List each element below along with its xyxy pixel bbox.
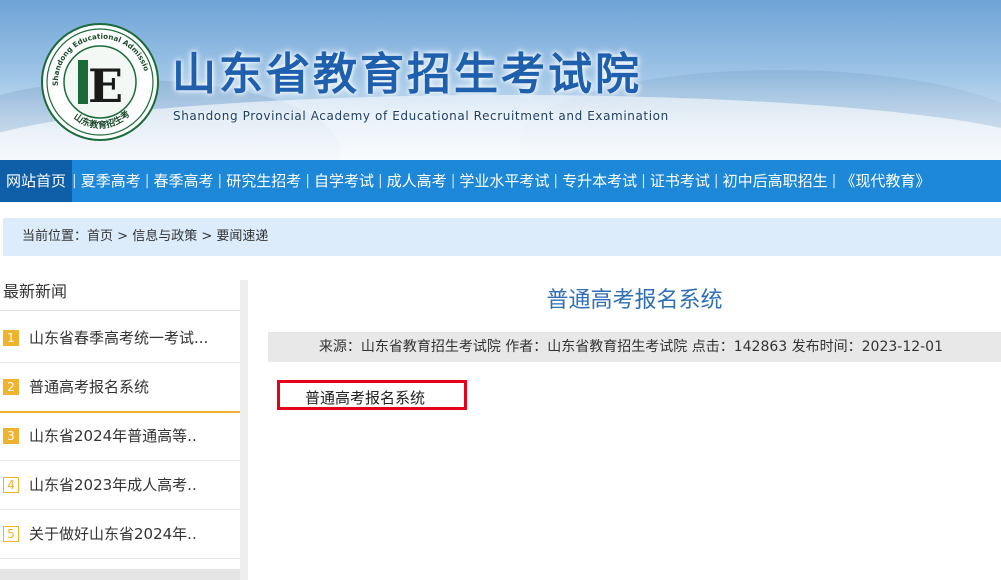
sidebar-news-title[interactable]: 普通高考报名系统 <box>29 377 149 397</box>
sidebar-news-item[interactable]: 5 关于做好山东省2024年.. <box>0 510 240 559</box>
sidebar-news-title[interactable]: 山东省2024年普通高等.. <box>29 426 197 446</box>
site-subtitle: Shandong Provincial Academy of Education… <box>173 109 669 123</box>
rank-badge: 2 <box>3 379 19 395</box>
sidebar-scroll-edge <box>0 569 240 580</box>
svg-text:E: E <box>88 59 123 113</box>
nav-item-10[interactable]: 《现代教育》 <box>836 160 934 202</box>
sidebar-divider <box>0 310 240 311</box>
sidebar-news-title[interactable]: 关于做好山东省2024年.. <box>29 524 197 544</box>
main-nav: 网站首页 | 夏季高考 | 春季高考 | 研究生招考 | 自学考试 | 成人高考 | 学业水平考试 | 专升… <box>0 160 1001 202</box>
nav-item-1[interactable]: 夏季高考 <box>77 160 145 202</box>
sidebar-news-item[interactable]: 4 山东省2023年成人高考.. <box>0 461 240 510</box>
sidebar-scrollbar[interactable] <box>240 280 248 580</box>
breadcrumb-separator: > <box>117 229 129 244</box>
nav-item-8[interactable]: 证书考试 <box>646 160 714 202</box>
rank-badge: 3 <box>3 428 19 444</box>
nav-item-4[interactable]: 自学考试 <box>310 160 378 202</box>
breadcrumb-link-home[interactable]: 首页 <box>87 229 113 244</box>
sidebar-heading: 最新新闻 <box>3 282 68 301</box>
breadcrumb: 当前位置：首页 > 信息与政策 > 要闻速递 <box>3 218 1001 256</box>
header-banner: Shandong Educational Admission & Examina… <box>0 0 1001 160</box>
rank-badge: 1 <box>3 330 19 346</box>
registration-system-link[interactable]: 普通高考报名系统 <box>305 387 425 408</box>
breadcrumb-label: 当前位置： <box>22 229 88 244</box>
breadcrumb-link-policy[interactable]: 信息与政策 <box>132 229 197 244</box>
article-meta: 来源：山东省教育招生考试院 作者：山东省教育招生考试院 点击：142863 发布… <box>268 332 1001 362</box>
breadcrumb-separator: > <box>201 229 213 244</box>
sidebar-news-item[interactable]: 3 山东省2024年普通高等.. <box>0 412 240 461</box>
nav-item-3[interactable]: 研究生招考 <box>222 160 305 202</box>
sidebar-news-item[interactable]: 1 山东省春季高考统一考试... <box>0 314 240 363</box>
sidebar-news-title[interactable]: 山东省2023年成人高考.. <box>29 475 197 495</box>
breadcrumb-link-news[interactable]: 要闻速递 <box>216 229 268 244</box>
nav-item-5[interactable]: 成人高考 <box>383 160 451 202</box>
sidebar-news-item[interactable]: 2 普通高考报名系统 <box>0 363 240 413</box>
rank-badge: 4 <box>3 477 19 493</box>
nav-item-2[interactable]: 春季高考 <box>149 160 217 202</box>
site-title: 山东省教育招生考试院 <box>172 49 642 100</box>
article-title: 普通高考报名系统 <box>546 288 723 313</box>
sidebar-latest-news: 最新新闻 1 山东省春季高考统一考试... 2 普通高考报名系统 3 山东省2024年普通… <box>0 280 248 580</box>
rank-badge: 5 <box>3 526 19 542</box>
nav-item-9[interactable]: 初中后高职招生 <box>719 160 832 202</box>
academy-seal-logo[interactable]: Shandong Educational Admission & Examina… <box>40 22 160 142</box>
sidebar-news-title[interactable]: 山东省春季高考统一考试... <box>29 328 208 348</box>
nav-item-7[interactable]: 专升本考试 <box>558 160 641 202</box>
nav-item-0[interactable]: 网站首页 <box>0 160 73 202</box>
nav-item-6[interactable]: 学业水平考试 <box>455 160 553 202</box>
highlighted-link-box: 普通高考报名系统 <box>277 380 467 410</box>
